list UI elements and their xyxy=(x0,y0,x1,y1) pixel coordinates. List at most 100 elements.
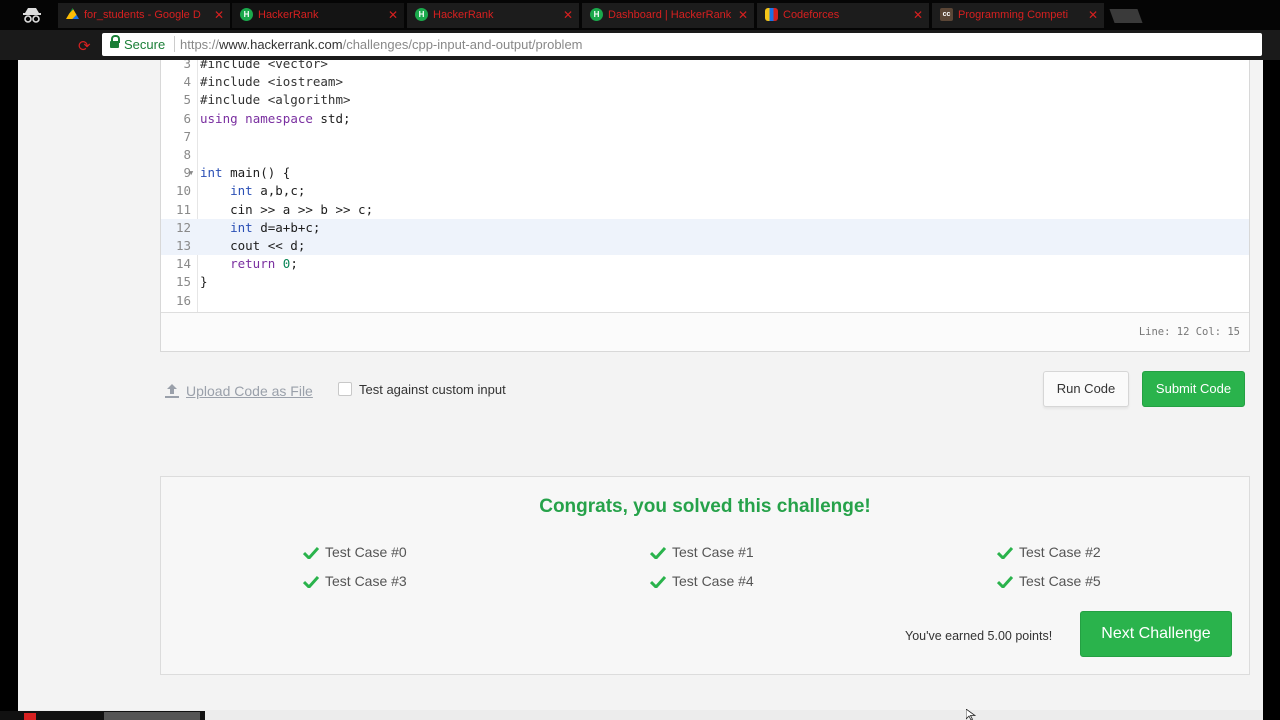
close-icon[interactable]: ✕ xyxy=(913,8,923,22)
tab-hackerrank-active[interactable]: H HackerRank ✕ xyxy=(232,3,404,28)
code-line[interactable]: 16 xyxy=(161,292,1249,310)
custom-input-label[interactable]: Test against custom input xyxy=(359,382,506,397)
url-protocol: https:// xyxy=(180,37,220,52)
test-case-item: Test Case #4 xyxy=(650,573,754,589)
code-line[interactable]: 14 return 0; xyxy=(161,255,1249,273)
tab-title: for_students - Google D xyxy=(84,9,201,21)
code-text: #include <vector> xyxy=(200,60,328,71)
browser-tab-bar: for_students - Google D ✕ H HackerRank ✕… xyxy=(0,0,1280,30)
line-number: 8 xyxy=(183,147,191,162)
line-number: 5 xyxy=(183,92,191,108)
line-number: 16 xyxy=(175,292,191,308)
tab-title: Programming Competi xyxy=(958,9,1069,21)
close-icon[interactable]: ✕ xyxy=(738,8,748,22)
test-case-item: Test Case #5 xyxy=(997,573,1101,589)
close-icon[interactable]: ✕ xyxy=(1088,8,1098,22)
line-number: 7 xyxy=(183,128,191,144)
code-line[interactable]: 12 int d=a+b+c; xyxy=(161,218,1249,237)
line-number: 6 xyxy=(183,110,191,126)
tab-google-drive[interactable]: for_students - Google D ✕ xyxy=(58,3,230,28)
tab-title: Dashboard | HackerRank xyxy=(608,9,732,21)
code-line[interactable]: 6 using namespace std; xyxy=(161,110,1249,128)
tab-title: Codeforces xyxy=(783,9,840,21)
fold-arrow-icon[interactable]: ▼ xyxy=(189,164,193,182)
tab-dashboard-hackerrank[interactable]: H Dashboard | HackerRank ✕ xyxy=(582,3,754,28)
success-title: Congrats, you solved this challenge! xyxy=(539,496,871,517)
line-number: 9 xyxy=(183,165,191,181)
drive-icon xyxy=(66,8,79,20)
test-case-item: Test Case #1 xyxy=(650,544,754,560)
code-line[interactable]: 8 xyxy=(161,146,1249,164)
line-number: 11 xyxy=(175,201,191,217)
code-text: cout << d; xyxy=(200,238,306,253)
close-icon[interactable]: ✕ xyxy=(388,8,398,22)
close-icon[interactable]: ✕ xyxy=(214,8,224,22)
editor-status-bar: Line: 12 Col: 15 xyxy=(161,312,1249,351)
next-challenge-button[interactable]: Next Challenge xyxy=(1080,611,1232,657)
code-line[interactable]: 10 int a,b,c; xyxy=(161,182,1249,200)
code-line[interactable]: 3 #include <vector> xyxy=(161,60,1249,73)
url-bar[interactable]: Secure https://www.hackerrank.com/challe… xyxy=(102,33,1262,56)
line-number: 12 xyxy=(175,219,191,235)
code-line[interactable]: 13 cout << d; xyxy=(161,237,1249,255)
tab-title: HackerRank xyxy=(433,9,494,21)
line-number: 13 xyxy=(175,238,191,253)
run-code-button[interactable]: Run Code xyxy=(1043,371,1129,407)
url-path: /challenges/cpp-input-and-output/problem xyxy=(342,37,583,52)
lock-icon xyxy=(110,35,120,49)
code-line[interactable]: 4 #include <iostream> xyxy=(161,73,1249,91)
tab-programming-competition[interactable]: cc Programming Competi ✕ xyxy=(932,3,1104,28)
secure-label: Secure xyxy=(124,37,166,52)
test-case-item: Test Case #2 xyxy=(997,544,1101,560)
code-editor[interactable]: 3 #include <vector> 4 #include <iostream> 5 #… xyxy=(160,60,1250,352)
upload-icon xyxy=(165,384,179,398)
close-icon[interactable]: ✕ xyxy=(563,8,573,22)
code-text: using namespace std; xyxy=(200,110,351,126)
reload-icon[interactable]: ⟳ xyxy=(78,37,91,55)
url-text[interactable]: https://www.hackerrank.com/challenges/cp… xyxy=(180,37,583,52)
page-content: 3 #include <vector> 4 #include <iostream> 5 #… xyxy=(18,60,1263,720)
test-case-label: Test Case #5 xyxy=(1019,573,1101,589)
test-case-label: Test Case #3 xyxy=(325,573,407,589)
tab-hackerrank[interactable]: H HackerRank ✕ xyxy=(407,3,579,28)
line-number: 10 xyxy=(175,183,191,199)
code-line[interactable]: 9 ▼ int main() { xyxy=(161,164,1249,182)
line-number: 3 xyxy=(183,60,191,71)
code-line[interactable]: 15} xyxy=(161,273,1249,291)
line-number: 14 xyxy=(175,256,191,272)
hackerrank-icon: H xyxy=(240,8,253,21)
submit-code-button[interactable]: Submit Code xyxy=(1142,371,1245,407)
code-text: int main() { xyxy=(200,165,291,181)
line-number: 4 xyxy=(183,74,191,90)
line-number: 15 xyxy=(175,274,191,290)
checkmark-icon xyxy=(997,546,1013,559)
new-tab-button[interactable] xyxy=(1109,9,1143,23)
test-case-item: Test Case #3 xyxy=(303,573,407,589)
code-text: #include <algorithm> xyxy=(200,92,351,108)
hackerrank-icon: H xyxy=(590,8,603,21)
custom-input-checkbox[interactable] xyxy=(338,382,352,396)
code-text: int d=a+b+c; xyxy=(230,219,321,235)
checkmark-icon xyxy=(650,575,666,588)
test-case-item: Test Case #0 xyxy=(303,544,407,560)
checkmark-icon xyxy=(650,546,666,559)
test-case-label: Test Case #1 xyxy=(672,544,754,560)
hackerrank-icon: H xyxy=(415,8,428,21)
points-earned: You've earned 5.00 points! xyxy=(905,629,1053,643)
code-text: } xyxy=(200,274,208,290)
checkmark-icon xyxy=(303,546,319,559)
url-host: www.hackerrank.com xyxy=(219,37,343,52)
code-line[interactable]: 7 xyxy=(161,128,1249,146)
code-line[interactable]: 11 cin >> a >> b >> c; xyxy=(161,201,1249,219)
tab-codeforces[interactable]: Codeforces ✕ xyxy=(757,3,929,28)
test-case-label: Test Case #2 xyxy=(1019,544,1101,560)
code-text: return 0; xyxy=(230,256,298,272)
tab-title: HackerRank xyxy=(258,9,319,21)
upload-code-link[interactable]: Upload Code as File xyxy=(164,383,313,399)
test-case-label: Test Case #0 xyxy=(325,544,407,560)
code-text: int a,b,c; xyxy=(230,183,306,199)
upload-label[interactable]: Upload Code as File xyxy=(186,383,313,399)
test-case-label: Test Case #4 xyxy=(672,573,754,589)
checkmark-icon xyxy=(997,575,1013,588)
code-line[interactable]: 5 #include <algorithm> xyxy=(161,91,1249,109)
